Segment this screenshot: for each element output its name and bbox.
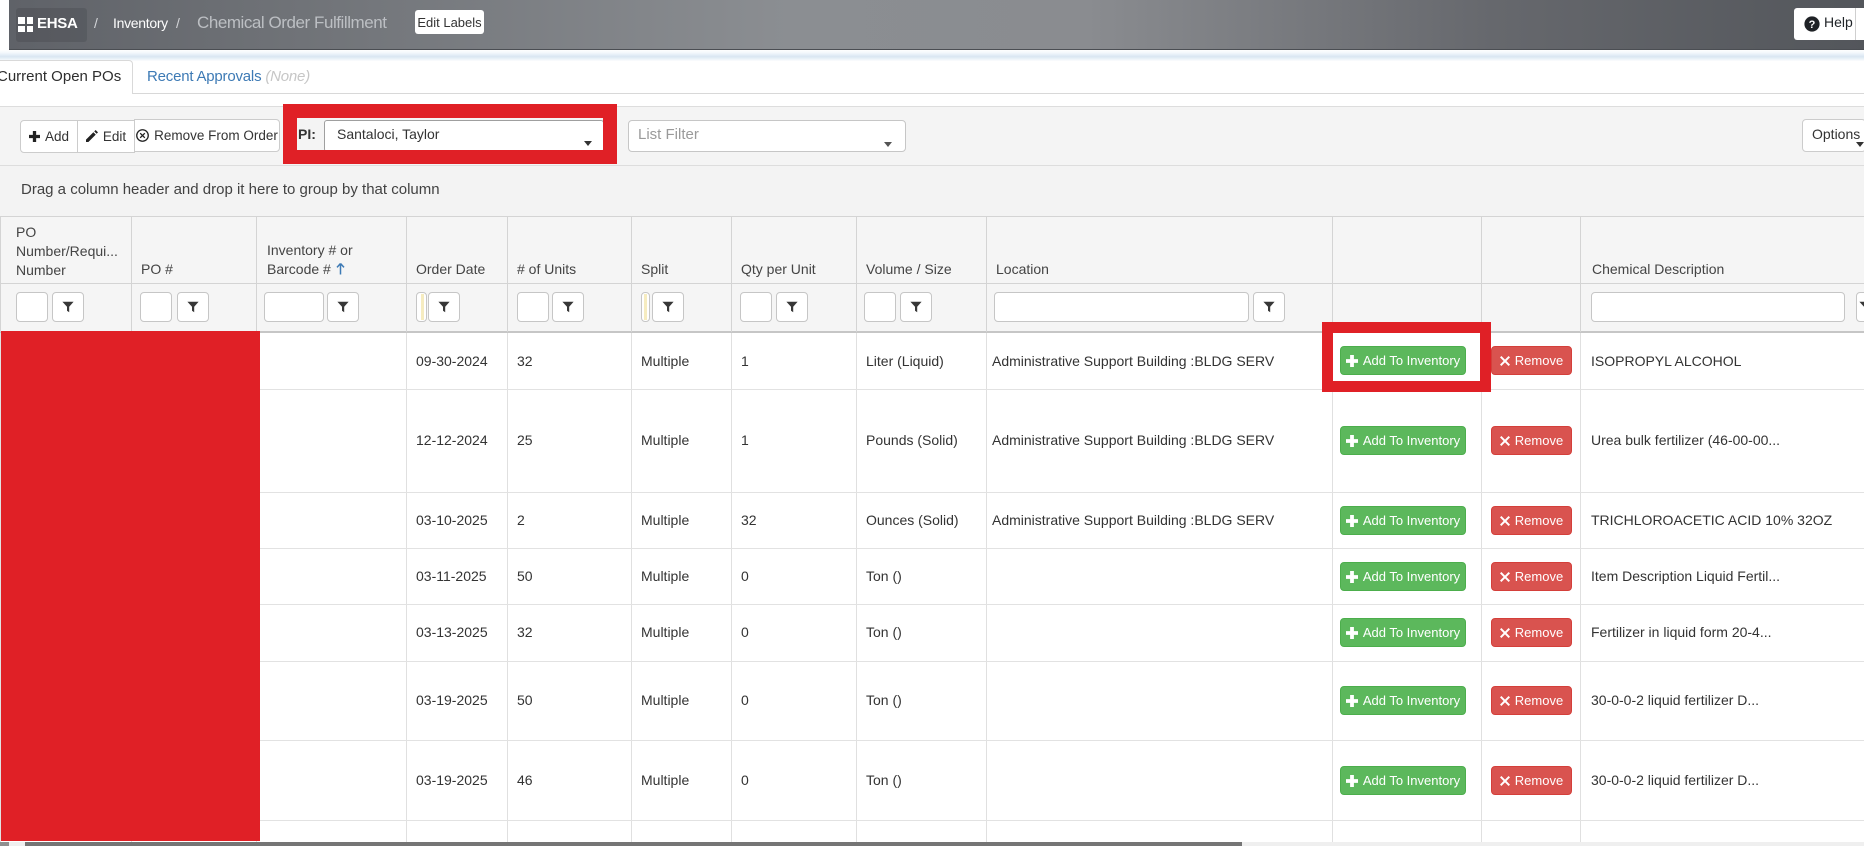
svg-text:?: ?	[1809, 19, 1816, 31]
